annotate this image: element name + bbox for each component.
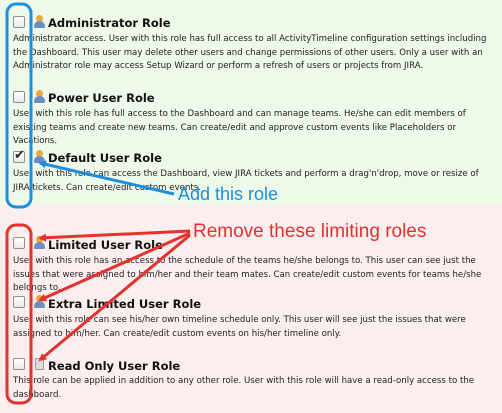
remove-roles-callout: Remove these limiting roles <box>193 221 427 242</box>
limited-user-role-title: Limited User Role <box>48 238 163 252</box>
administrator-role-checkbox[interactable] <box>13 16 25 28</box>
extra-limited-user-role-description: User with this role can see his/her own … <box>13 315 466 339</box>
default-user-role-checkbox[interactable] <box>13 148 25 163</box>
administrator-role-description: Administrator access. User with this rol… <box>13 34 487 71</box>
user-icon <box>33 236 45 250</box>
read-only-user-role-description: This role can be applied in addition to … <box>13 376 475 400</box>
power-user-role-description: User with this role has full access to t… <box>13 109 466 146</box>
read-only-user-role-checkbox[interactable] <box>13 358 25 370</box>
document-icon <box>33 357 45 371</box>
extra-limited-user-role-title: Extra Limited User Role <box>48 297 202 311</box>
extra-limited-user-role-checkbox[interactable] <box>13 296 25 308</box>
user-icon <box>33 295 45 309</box>
read-only-user-role-title: Read Only User Role <box>48 359 181 373</box>
user-icon <box>33 150 45 164</box>
add-role-callout: Add this role <box>178 184 279 204</box>
power-user-role-checkbox[interactable] <box>13 91 25 103</box>
user-icon <box>33 90 45 104</box>
default-user-role-title: Default User Role <box>48 151 162 165</box>
limited-user-role-description: User with this role has an access to the… <box>13 256 482 293</box>
user-icon <box>33 15 45 29</box>
limited-user-role-checkbox[interactable] <box>13 237 25 249</box>
administrator-role-title: Administrator Role <box>48 16 171 30</box>
power-user-role-title: Power User Role <box>48 91 155 105</box>
